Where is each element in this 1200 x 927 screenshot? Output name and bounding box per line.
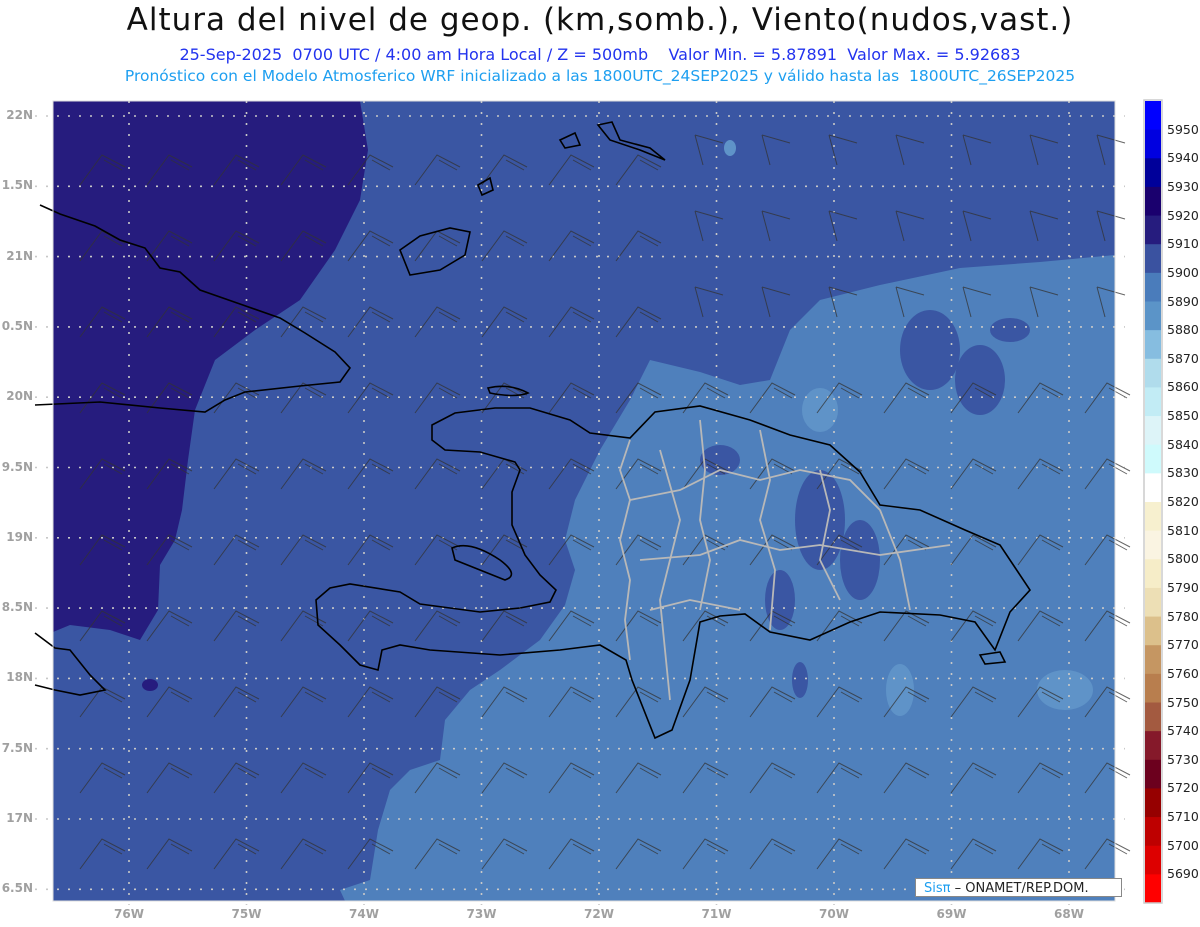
lon-label: 70W bbox=[819, 907, 849, 921]
colorbar-bin bbox=[1145, 301, 1161, 331]
colorbar-label: 5840 bbox=[1167, 436, 1199, 452]
lon-label: 72W bbox=[584, 907, 614, 921]
colorbar-label: 5820 bbox=[1167, 494, 1199, 509]
lat-label: 21N bbox=[6, 248, 33, 263]
lon-label: 69W bbox=[936, 907, 967, 921]
lon-label: 68W bbox=[1054, 907, 1084, 921]
colorbar-bin bbox=[1145, 874, 1161, 904]
colorbar-label: 5790 bbox=[1167, 579, 1199, 595]
colorbar-bin bbox=[1145, 272, 1161, 302]
colorbar-label: 5920 bbox=[1167, 207, 1199, 223]
colorbar-label: 5690 bbox=[1167, 866, 1199, 882]
lat-label: 19N bbox=[6, 529, 33, 544]
colorbar-bin bbox=[1145, 645, 1161, 675]
colorbar-bin bbox=[1145, 702, 1161, 732]
colorbar-bin bbox=[1145, 817, 1161, 847]
colorbar-label: 5720 bbox=[1167, 780, 1199, 796]
colorbar-bin bbox=[1145, 158, 1161, 188]
colorbar-bin bbox=[1145, 845, 1161, 875]
lat-label: 7.5N bbox=[1, 740, 33, 755]
lat-label: 18N bbox=[6, 670, 33, 685]
colorbar-label: 5910 bbox=[1167, 236, 1199, 252]
colorbar-label: 5880 bbox=[1167, 322, 1199, 338]
colorbar-bin bbox=[1145, 387, 1161, 417]
colorbar-label: 5890 bbox=[1167, 293, 1199, 309]
colorbar-bin bbox=[1145, 673, 1161, 703]
colorbar-label: 5800 bbox=[1167, 551, 1199, 567]
colorbar-bin bbox=[1145, 502, 1161, 532]
geopotential-map bbox=[34, 99, 1163, 905]
lat-label: 6.5N bbox=[1, 881, 33, 896]
colorbar bbox=[1145, 101, 1161, 904]
lon-label: 74W bbox=[349, 907, 379, 921]
colorbar-label: 5860 bbox=[1167, 379, 1199, 395]
colorbar-bin bbox=[1145, 530, 1161, 560]
colorbar-bin bbox=[1145, 330, 1161, 360]
map-title: Altura del nivel de geop. (km,somb.), Vi… bbox=[126, 2, 1074, 38]
colorbar-bin bbox=[1145, 101, 1161, 131]
colorbar-label: 5870 bbox=[1167, 350, 1199, 366]
colorbar-bin bbox=[1145, 559, 1161, 589]
colorbar-label: 5940 bbox=[1167, 150, 1199, 166]
lat-label: 22N bbox=[6, 108, 33, 122]
lon-label: 71W bbox=[701, 907, 732, 921]
colorbar-bin bbox=[1145, 616, 1161, 646]
colorbar-bin bbox=[1145, 416, 1161, 446]
colorbar-label: 5750 bbox=[1167, 694, 1199, 710]
colorbar-bin bbox=[1145, 587, 1161, 618]
colorbar-bin bbox=[1145, 731, 1161, 761]
lat-label: 0.5N bbox=[1, 318, 33, 333]
colorbar-label: 5760 bbox=[1167, 665, 1199, 681]
map-subtitle: 25-Sep-2025 0700 UTC / 4:00 am Hora Loca… bbox=[179, 45, 1021, 64]
colorbar-bin bbox=[1145, 215, 1161, 245]
credit-box: Sisπ – ONAMET/REP.DOM. bbox=[915, 878, 1122, 897]
colorbar-bin bbox=[1145, 358, 1161, 388]
lat-label: 20N bbox=[6, 389, 33, 404]
colorbar-bin bbox=[1145, 129, 1161, 159]
colorbar-label: 5730 bbox=[1167, 751, 1199, 767]
colorbar-label: 5780 bbox=[1167, 608, 1199, 624]
lat-label: 1.5N bbox=[1, 178, 33, 193]
sispi-logo: Sisπ bbox=[924, 881, 951, 896]
colorbar-bin bbox=[1145, 759, 1161, 789]
colorbar-label: 5710 bbox=[1167, 809, 1199, 825]
colorbar-bin bbox=[1145, 186, 1161, 217]
lon-label: 73W bbox=[466, 907, 497, 921]
colorbar-label: 5930 bbox=[1167, 178, 1199, 194]
colorbar-label: 5770 bbox=[1167, 637, 1199, 653]
colorbar-bin bbox=[1145, 788, 1161, 818]
lon-label: 75W bbox=[231, 907, 262, 921]
colorbar-label: 5900 bbox=[1167, 264, 1199, 280]
model-info: Pronóstico con el Modelo Atmosferico WRF… bbox=[124, 67, 1076, 85]
credit-text: – ONAMET/REP.DOM. bbox=[950, 881, 1089, 896]
colorbar-bin bbox=[1145, 244, 1161, 274]
colorbar-bin bbox=[1145, 444, 1161, 474]
colorbar-label: 5700 bbox=[1167, 837, 1199, 853]
colorbar-bin bbox=[1145, 473, 1161, 503]
colorbar-label: 5740 bbox=[1167, 723, 1199, 739]
lat-label: 17N bbox=[6, 811, 33, 825]
colorbar-label: 5810 bbox=[1167, 522, 1199, 538]
lon-label: 76W bbox=[114, 907, 144, 921]
lat-label: 8.5N bbox=[1, 600, 33, 615]
colorbar-label: 5830 bbox=[1167, 465, 1199, 481]
lat-label: 9.5N bbox=[1, 459, 33, 474]
colorbar-label: 5850 bbox=[1167, 408, 1199, 424]
colorbar-label: 5950 bbox=[1167, 121, 1199, 137]
